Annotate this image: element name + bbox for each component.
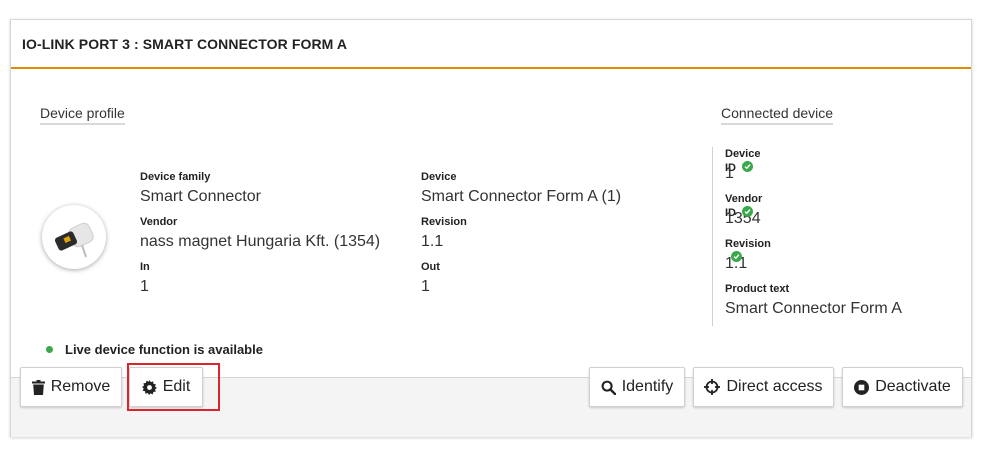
device-label: Device — [421, 171, 457, 183]
check-circle-icon — [742, 161, 753, 172]
remove-button[interactable]: Remove — [20, 367, 122, 407]
connected-revision-field: Revision 1.1 — [725, 237, 771, 274]
product-text-value: Smart Connector Form A — [725, 300, 902, 317]
deactivate-button-label: Deactivate — [875, 378, 951, 395]
device-field: Device Smart Connector Form A (1) — [421, 170, 621, 207]
page-title: IO-LINK PORT 3 : SMART CONNECTOR FORM A — [22, 36, 348, 52]
vendor-id-field: Vendor ID 1354 — [725, 192, 762, 229]
device-family-label: Device family — [140, 171, 211, 183]
in-field: In 1 — [140, 260, 150, 297]
vendor-value: nass magnet Hungaria Kft. (1354) — [140, 233, 381, 250]
revision-value: 1.1 — [421, 233, 444, 250]
in-value: 1 — [140, 278, 149, 295]
device-family-value: Smart Connector — [140, 188, 261, 205]
crosshair-icon — [704, 379, 721, 395]
remove-button-label: Remove — [50, 378, 111, 395]
vendor-field: Vendor nass magnet Hungaria Kft. (1354) — [140, 215, 380, 252]
status-dot-icon — [46, 346, 53, 353]
card-header: IO-LINK PORT 3 : SMART CONNECTOR FORM A — [11, 20, 971, 69]
deactivate-button[interactable]: Deactivate — [842, 367, 963, 407]
device-image — [42, 205, 106, 269]
check-circle-icon — [742, 206, 753, 217]
connected-device-label: Connected device — [721, 105, 834, 125]
out-field: Out 1 — [421, 260, 440, 297]
device-profile-label: Device profile — [40, 105, 125, 125]
device-value: Smart Connector Form A (1) — [421, 188, 622, 205]
direct-access-button[interactable]: Direct access — [693, 367, 834, 407]
device-id-field: Device ID 1 — [725, 147, 760, 184]
direct-access-button-label: Direct access — [726, 378, 823, 395]
search-icon — [601, 380, 616, 395]
stop-circle-icon — [854, 379, 870, 395]
check-circle-icon — [731, 251, 742, 262]
identify-button[interactable]: Identify — [589, 367, 685, 407]
revision-field: Revision 1.1 — [421, 215, 467, 252]
connected-device-panel: Device ID 1 Vendor ID 1354 Revision 1.1 … — [712, 147, 902, 326]
product-text-label: Product text — [725, 283, 790, 295]
out-value: 1 — [421, 278, 430, 295]
live-status: Live device function is available — [46, 342, 263, 357]
trash-icon — [31, 379, 45, 395]
product-text-field: Product text Smart Connector Form A — [725, 282, 902, 319]
revision-label: Revision — [421, 216, 467, 228]
identify-button-label: Identify — [621, 378, 674, 395]
edit-highlight-frame — [127, 363, 220, 411]
out-label: Out — [421, 261, 440, 273]
in-label: In — [140, 261, 150, 273]
live-status-text: Live device function is available — [65, 342, 263, 357]
device-family-field: Device family Smart Connector — [140, 170, 261, 207]
connected-revision-label: Revision — [725, 238, 771, 250]
vendor-label: Vendor — [140, 216, 178, 228]
